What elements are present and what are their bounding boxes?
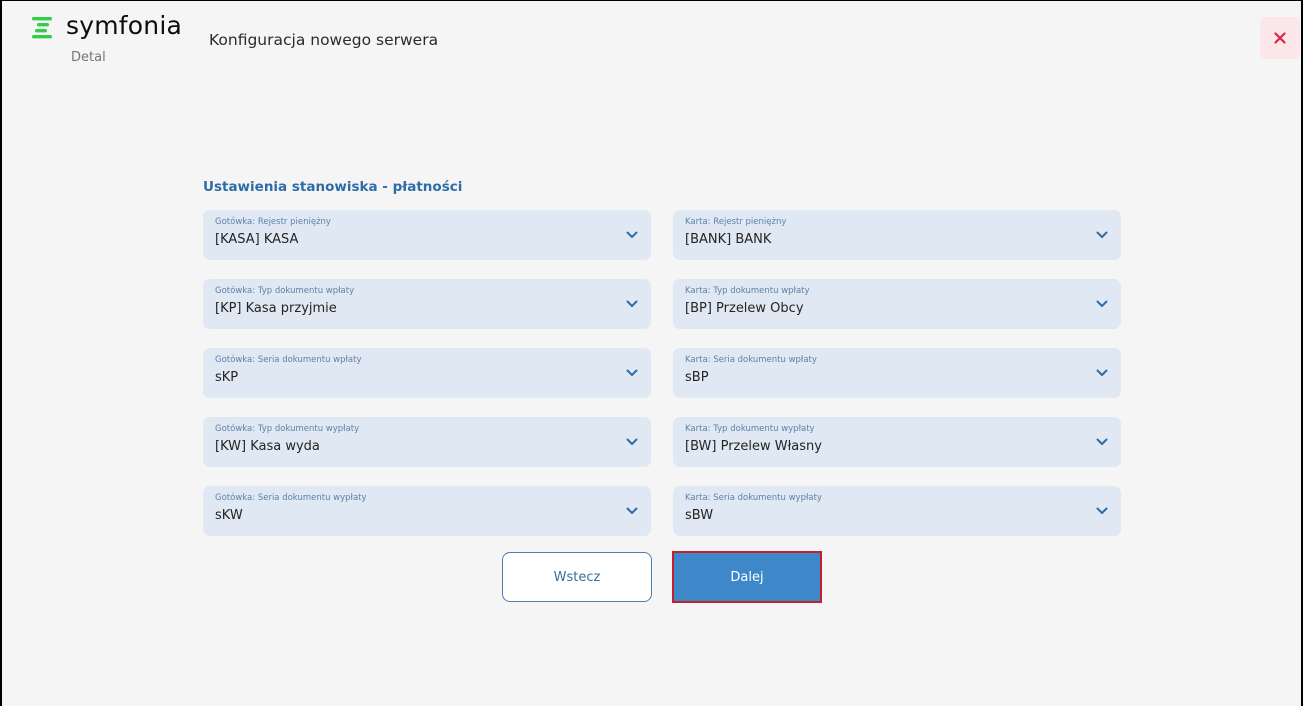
symfonia-logo-icon xyxy=(32,17,52,39)
field-value: sKW xyxy=(215,508,243,523)
card-withdrawal-series-select[interactable]: Karta: Seria dokumentu wypłaty sBW xyxy=(673,486,1121,536)
field-value: [KP] Kasa przyjmie xyxy=(215,301,337,316)
cash-deposit-type-select[interactable]: Gotówka: Typ dokumentu wpłaty [KP] Kasa … xyxy=(203,279,651,329)
field-value: sBW xyxy=(685,508,714,523)
brand-name: symfonia xyxy=(66,11,182,40)
page-title: Konfiguracja nowego serwera xyxy=(209,31,439,49)
cash-deposit-series-select[interactable]: Gotówka: Seria dokumentu wpłaty sKP xyxy=(203,348,651,398)
back-button[interactable]: Wstecz xyxy=(502,552,652,602)
field-label: Gotówka: Rejestr pieniężny xyxy=(215,217,331,227)
chevron-down-icon xyxy=(626,231,638,238)
field-value: [KW] Kasa wyda xyxy=(215,439,320,454)
card-register-select[interactable]: Karta: Rejestr pieniężny [BANK] BANK xyxy=(673,210,1121,260)
cash-register-select[interactable]: Gotówka: Rejestr pieniężny [KASA] KASA xyxy=(203,210,651,260)
field-label: Gotówka: Typ dokumentu wypłaty xyxy=(215,424,360,434)
field-value: sBP xyxy=(685,370,709,385)
field-label: Karta: Rejestr pieniężny xyxy=(685,217,787,227)
chevron-down-icon xyxy=(626,438,638,445)
chevron-down-icon xyxy=(626,300,638,307)
field-label: Karta: Seria dokumentu wypłaty xyxy=(685,493,822,503)
card-deposit-series-select[interactable]: Karta: Seria dokumentu wpłaty sBP xyxy=(673,348,1121,398)
app-window: symfonia Detal Konfiguracja nowego serwe… xyxy=(0,0,1303,706)
field-value: [KASA] KASA xyxy=(215,232,299,247)
field-label: Karta: Seria dokumentu wpłaty xyxy=(685,355,817,365)
field-label: Karta: Typ dokumentu wypłaty xyxy=(685,424,815,434)
card-deposit-type-select[interactable]: Karta: Typ dokumentu wpłaty [BP] Przelew… xyxy=(673,279,1121,329)
chevron-down-icon xyxy=(1096,300,1108,307)
chevron-down-icon xyxy=(1096,438,1108,445)
cash-withdrawal-series-select[interactable]: Gotówka: Seria dokumentu wypłaty sKW xyxy=(203,486,651,536)
cash-withdrawal-type-select[interactable]: Gotówka: Typ dokumentu wypłaty [KW] Kasa… xyxy=(203,417,651,467)
module-name: Detal xyxy=(71,50,106,65)
field-value: [BW] Przelew Własny xyxy=(685,439,822,454)
chevron-down-icon xyxy=(1096,507,1108,514)
chevron-down-icon xyxy=(626,507,638,514)
close-icon xyxy=(1274,32,1286,44)
chevron-down-icon xyxy=(1096,231,1108,238)
field-value: sKP xyxy=(215,370,239,385)
field-label: Karta: Typ dokumentu wpłaty xyxy=(685,286,810,296)
field-label: Gotówka: Seria dokumentu wpłaty xyxy=(215,355,362,365)
close-button[interactable] xyxy=(1260,17,1300,59)
section-title: Ustawienia stanowiska - płatności xyxy=(203,179,463,195)
field-value: [BP] Przelew Obcy xyxy=(685,301,804,316)
field-label: Gotówka: Typ dokumentu wpłaty xyxy=(215,286,355,296)
chevron-down-icon xyxy=(1096,369,1108,376)
chevron-down-icon xyxy=(626,369,638,376)
next-button[interactable]: Dalej xyxy=(672,551,822,603)
card-withdrawal-type-select[interactable]: Karta: Typ dokumentu wypłaty [BW] Przele… xyxy=(673,417,1121,467)
field-value: [BANK] BANK xyxy=(685,232,772,247)
field-label: Gotówka: Seria dokumentu wypłaty xyxy=(215,493,367,503)
